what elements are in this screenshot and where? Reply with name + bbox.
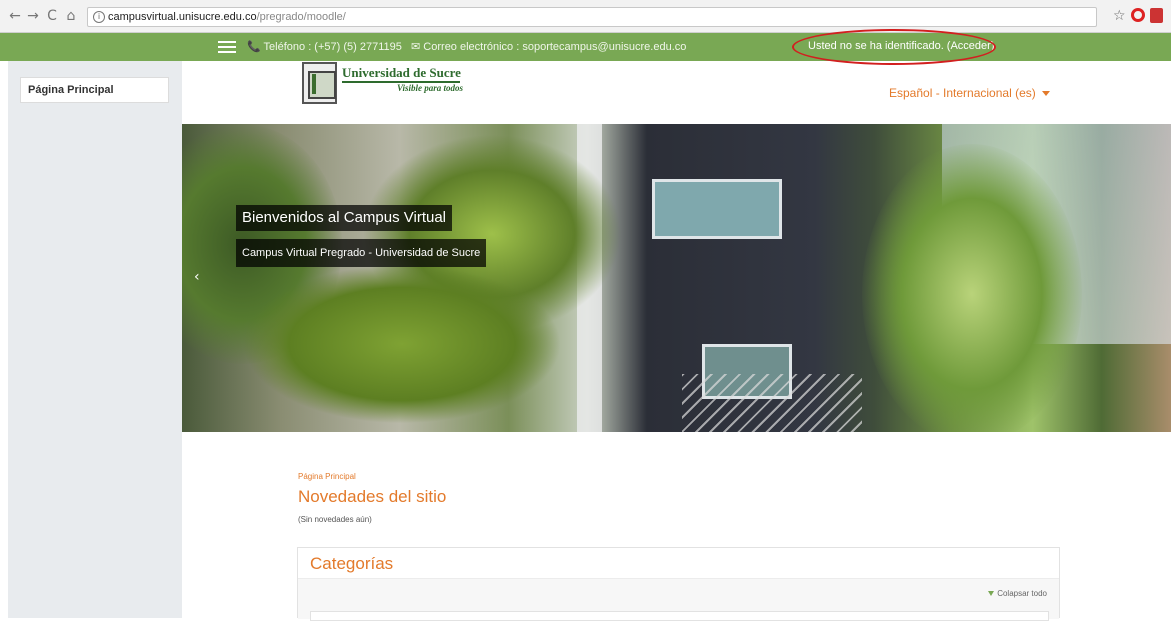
bookmark-star-icon[interactable]: ☆ <box>1113 8 1126 24</box>
categories-title: Categorías <box>310 554 394 573</box>
hero-title: Bienvenidos al Campus Virtual <box>236 205 453 231</box>
opera-extension-icon[interactable] <box>1131 8 1145 22</box>
caret-down-icon <box>1041 91 1050 97</box>
highlight-oval <box>792 29 996 65</box>
carousel-prev-icon[interactable]: ‹ <box>194 269 200 285</box>
logo-name: Universidad de Sucre <box>342 65 461 80</box>
logo-slogan: Visible para todos <box>397 83 464 93</box>
forward-icon[interactable]: → <box>26 8 40 24</box>
home-icon[interactable]: ⌂ <box>64 8 78 24</box>
menu-icon[interactable] <box>218 41 236 53</box>
hero-subtitle: Campus Virtual Pregrado - Universidad de… <box>236 239 487 267</box>
triangle-down-icon <box>988 591 995 597</box>
collapse-all-link[interactable]: Colapsar todo <box>988 589 1047 598</box>
category-list <box>310 611 1049 621</box>
breadcrumb[interactable]: Página Principal <box>298 472 356 481</box>
url-host: campusvirtual.unisucre.edu.co <box>108 11 257 23</box>
extension-icon[interactable] <box>1150 8 1163 23</box>
university-logo[interactable]: Universidad de Sucre Visible para todos <box>302 62 472 106</box>
categories-panel: Categorías Colapsar todo <box>297 547 1060 621</box>
reload-icon[interactable]: C <box>45 8 59 24</box>
url-path: /pregrado/moodle/ <box>256 11 346 23</box>
email-text: ✉ Correo electrónico : soportecampus@uni… <box>411 41 687 53</box>
language-label: Español - Internacional (es) <box>889 86 1036 100</box>
sidebar-item-home[interactable]: Página Principal <box>20 77 169 103</box>
contact-info: 📞 Teléfono : (+57) (5) 2771195 ✉ Correo … <box>247 40 686 53</box>
shield-logo-icon <box>302 62 337 104</box>
language-selector[interactable]: Español - Internacional (es) <box>889 86 1050 100</box>
back-icon[interactable]: ← <box>8 8 22 24</box>
address-bar[interactable]: i campusvirtual.unisucre.edu.co/pregrado… <box>87 7 1097 27</box>
phone-text: 📞 Teléfono : (+57) (5) 2771195 <box>247 41 402 53</box>
news-empty-text: (Sin novedades aún) <box>298 515 372 524</box>
browser-toolbar: ← → C ⌂ i campusvirtual.unisucre.edu.co/… <box>0 0 1171 33</box>
left-sidebar: Página Principal <box>8 61 182 618</box>
info-icon[interactable]: i <box>93 11 105 23</box>
news-title[interactable]: Novedades del sitio <box>298 487 446 507</box>
collapse-label: Colapsar todo <box>997 589 1047 598</box>
hero-carousel: ‹ <box>182 124 1171 432</box>
